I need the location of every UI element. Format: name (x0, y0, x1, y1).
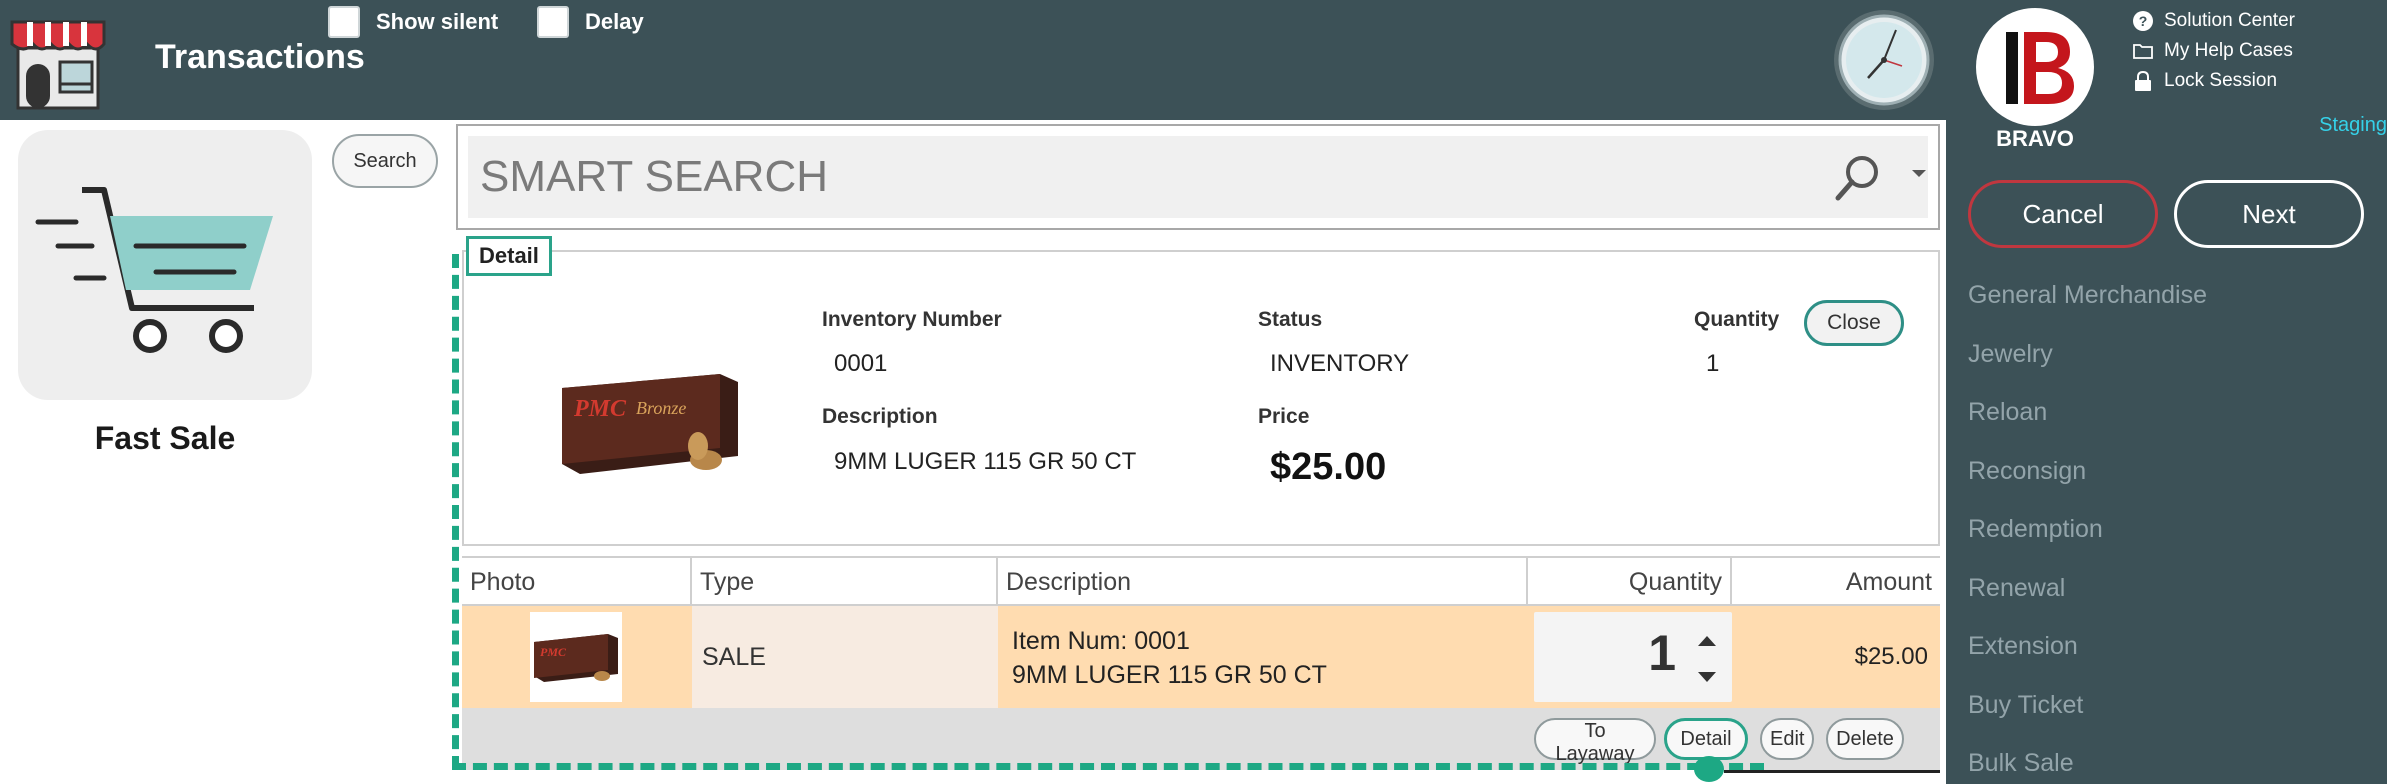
search-dropdown-arrow-icon[interactable] (1912, 170, 1926, 177)
show-silent-box[interactable] (328, 6, 360, 38)
svg-text:PMC: PMC (573, 396, 627, 422)
svg-text:Bronze: Bronze (636, 398, 686, 418)
brand-name: BRAVO (1996, 126, 2074, 151)
detail-legend: Detail (466, 236, 552, 276)
svg-text:?: ? (2139, 13, 2148, 29)
my-help-cases-label: My Help Cases (2164, 40, 2293, 61)
col-description: Description (998, 558, 1528, 606)
smart-search-inner (468, 136, 1928, 218)
show-silent-checkbox[interactable]: Show silent (328, 6, 498, 38)
fast-sale-tile[interactable] (18, 130, 312, 400)
col-photo: Photo (462, 558, 692, 606)
search-icon[interactable] (1830, 150, 1886, 206)
type-cell: SALE (692, 606, 998, 708)
detail-button[interactable]: Detail (1664, 718, 1748, 760)
quantity-stepper-value[interactable]: 1 (1648, 624, 1676, 682)
solution-center-link[interactable]: ? Solution Center (2132, 6, 2295, 36)
menu-item-buy-ticket[interactable]: Buy Ticket (1968, 682, 2207, 741)
table-bottom-line (1724, 770, 1940, 773)
lock-icon (2135, 70, 2151, 91)
top-header: Transactions Show silent Delay (0, 0, 1946, 120)
svg-text:PMC: PMC (540, 645, 567, 659)
fast-sale-label: Fast Sale (94, 420, 236, 456)
edit-button[interactable]: Edit (1760, 718, 1814, 760)
menu-item-reloan[interactable]: Reloan (1968, 389, 2207, 448)
show-silent-label: Show silent (376, 9, 499, 34)
quantity-stepper[interactable]: 1 (1534, 612, 1732, 702)
my-help-cases-link[interactable]: My Help Cases (2132, 36, 2295, 66)
clock-icon (1834, 10, 1934, 110)
inventory-number-label: Inventory Number (822, 308, 1002, 331)
description-cell: Item Num: 0001 9MM LUGER 115 GR 50 CT (998, 606, 1528, 708)
shopping-cart-icon (35, 187, 273, 353)
table-header: Photo Type Description Quantity Amount (462, 556, 1940, 606)
description-label: Description (822, 405, 938, 428)
delete-button[interactable]: Delete (1826, 718, 1904, 760)
delay-checkbox[interactable]: Delay (537, 6, 644, 38)
col-quantity: Quantity (1528, 558, 1732, 606)
search-button[interactable]: Search (332, 134, 438, 188)
lock-session-label: Lock Session (2164, 70, 2278, 91)
status-label: Status (1258, 308, 1323, 331)
product-image: PMC Bronze (562, 374, 738, 474)
quantity-value: 1 (1706, 350, 1720, 377)
inventory-number-value: 0001 (834, 350, 888, 377)
folder-icon (2133, 44, 2153, 59)
increment-icon[interactable] (1698, 636, 1716, 646)
delay-box[interactable] (537, 6, 569, 38)
bravo-logo (1976, 8, 2094, 126)
col-type: Type (692, 558, 998, 606)
help-links: ? Solution Center My Help Cases Lock Ses… (2132, 6, 2295, 96)
help-circle-icon: ? (2133, 11, 2153, 31)
lock-session-link[interactable]: Lock Session (2132, 66, 2295, 96)
smart-search-input[interactable] (480, 142, 1750, 212)
amount-cell: $25.00 (1854, 643, 1928, 670)
table-row[interactable]: PMC SALE Item Num: 0001 9MM LUGER 115 GR… (462, 606, 1940, 708)
solution-center-label: Solution Center (2164, 10, 2295, 31)
row-description: 9MM LUGER 115 GR 50 CT (1012, 661, 1327, 689)
menu-item-reconsign[interactable]: Reconsign (1968, 448, 2207, 507)
price-value: $25.00 (1270, 446, 1387, 488)
decrement-icon[interactable] (1698, 672, 1716, 682)
row-item-num: Item Num: 0001 (1012, 627, 1190, 655)
menu-item-general-merchandise[interactable]: General Merchandise (1968, 272, 2207, 331)
bravo-logo-icon (2006, 32, 2074, 104)
menu-item-extension[interactable]: Extension (1968, 623, 2207, 682)
description-value: 9MM LUGER 115 GR 50 CT (834, 448, 1137, 475)
photo-cell: PMC (462, 606, 692, 708)
menu-item-renewal[interactable]: Renewal (1968, 565, 2207, 624)
row-product-thumbnail: PMC (530, 612, 622, 702)
page-title: Transactions (155, 38, 365, 76)
col-amount: Amount (1845, 568, 1932, 596)
status-value: INVENTORY (1270, 350, 1410, 377)
transaction-type-menu: General Merchandise Jewelry Reloan Recon… (1968, 272, 2207, 784)
menu-item-jewelry[interactable]: Jewelry (1968, 331, 2207, 390)
highlight-anchor-dot (1694, 756, 1724, 782)
next-button[interactable]: Next (2174, 180, 2364, 248)
price-label: Price (1258, 405, 1310, 428)
menu-item-redemption[interactable]: Redemption (1968, 506, 2207, 565)
to-layaway-button[interactable]: To Layaway (1534, 718, 1656, 765)
environment-label: Staging (2319, 114, 2387, 136)
menu-item-bulk-sale[interactable]: Bulk Sale (1968, 740, 2207, 784)
quantity-label: Quantity (1694, 308, 1780, 331)
cancel-button[interactable]: Cancel (1968, 180, 2158, 248)
close-button[interactable]: Close (1804, 300, 1904, 346)
right-panel: BRAVO ? Solution Center My Help Cases Lo… (1946, 0, 2387, 784)
delay-label: Delay (585, 9, 644, 34)
smart-search-bar (456, 124, 1940, 230)
store-icon (6, 10, 110, 110)
